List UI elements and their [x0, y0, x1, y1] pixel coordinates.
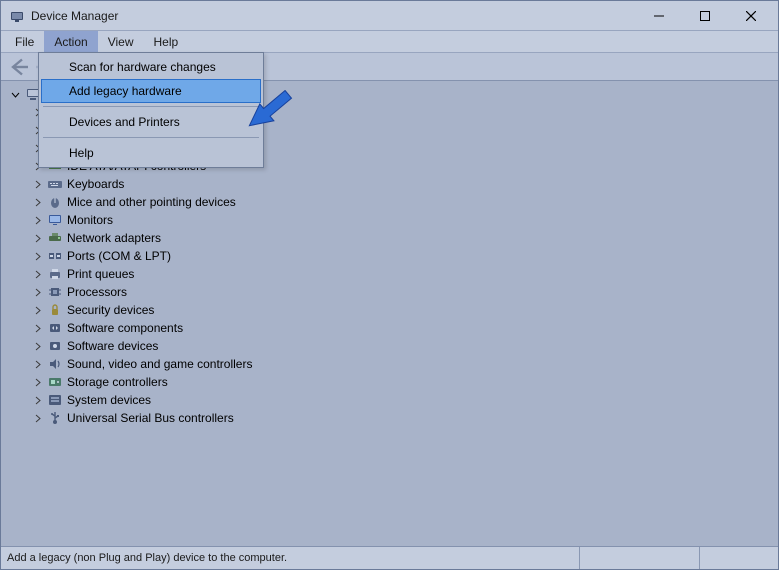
menu-add-legacy-hardware[interactable]: Add legacy hardware [41, 79, 261, 103]
status-cell-3 [700, 547, 778, 569]
expander-closed-icon[interactable] [31, 304, 43, 316]
statusbar: Add a legacy (non Plug and Play) device … [1, 547, 778, 569]
tree-item-label: Keyboards [67, 175, 124, 193]
tree-item-label: Universal Serial Bus controllers [67, 409, 234, 427]
menu-help[interactable]: Help [41, 141, 261, 165]
tree-item-label: Processors [67, 283, 127, 301]
expander-closed-icon[interactable] [31, 340, 43, 352]
expander-open-icon[interactable] [9, 88, 21, 100]
tree-item[interactable]: Sound, video and game controllers [9, 355, 778, 373]
device-category-icon [47, 212, 63, 228]
tree-item[interactable]: Monitors [9, 211, 778, 229]
tree-item-label: Storage controllers [67, 373, 168, 391]
expander-closed-icon[interactable] [31, 376, 43, 388]
menu-help[interactable]: Help [144, 31, 189, 52]
expander-closed-icon[interactable] [31, 268, 43, 280]
expander-closed-icon[interactable] [31, 214, 43, 226]
device-category-icon [47, 176, 63, 192]
window-title: Device Manager [31, 9, 636, 23]
tree-item[interactable]: Print queues [9, 265, 778, 283]
menu-separator [43, 106, 259, 107]
action-menu-dropdown: Scan for hardware changes Add legacy har… [38, 52, 264, 168]
menu-devices-printers[interactable]: Devices and Printers [41, 110, 261, 134]
device-category-icon [47, 338, 63, 354]
device-category-icon [47, 266, 63, 282]
tree-item[interactable]: Ports (COM & LPT) [9, 247, 778, 265]
menu-separator [43, 137, 259, 138]
close-button[interactable] [728, 1, 774, 31]
menu-view[interactable]: View [98, 31, 144, 52]
back-button[interactable] [7, 56, 31, 78]
menu-scan-hardware[interactable]: Scan for hardware changes [41, 55, 261, 79]
tree-item[interactable]: Software components [9, 319, 778, 337]
tree-item-label: System devices [67, 391, 151, 409]
expander-closed-icon[interactable] [31, 286, 43, 298]
device-category-icon [47, 356, 63, 372]
tree-item[interactable]: System devices [9, 391, 778, 409]
tree-item[interactable]: Mice and other pointing devices [9, 193, 778, 211]
expander-closed-icon[interactable] [31, 412, 43, 424]
tree-item[interactable]: Security devices [9, 301, 778, 319]
maximize-button[interactable] [682, 1, 728, 31]
menubar: File Action View Help [1, 31, 778, 53]
expander-closed-icon[interactable] [31, 178, 43, 190]
device-category-icon [47, 194, 63, 210]
tree-item-label: Monitors [67, 211, 113, 229]
expander-closed-icon[interactable] [31, 394, 43, 406]
device-category-icon [47, 230, 63, 246]
expander-closed-icon[interactable] [31, 250, 43, 262]
tree-item-label: Print queues [67, 265, 134, 283]
tree-item[interactable]: Storage controllers [9, 373, 778, 391]
device-category-icon [47, 302, 63, 318]
tree-item-label: Software devices [67, 337, 158, 355]
tree-item-label: Network adapters [67, 229, 161, 247]
tree-item-label: Software components [67, 319, 183, 337]
expander-closed-icon[interactable] [31, 358, 43, 370]
device-category-icon [47, 410, 63, 426]
device-category-icon [47, 248, 63, 264]
tree-item[interactable]: Software devices [9, 337, 778, 355]
menu-action[interactable]: Action [44, 31, 97, 52]
status-cell-2 [580, 547, 700, 569]
tree-item[interactable]: Universal Serial Bus controllers [9, 409, 778, 427]
tree-item-label: Mice and other pointing devices [67, 193, 236, 211]
tree-item-label: Ports (COM & LPT) [67, 247, 171, 265]
device-category-icon [47, 320, 63, 336]
device-category-icon [47, 374, 63, 390]
minimize-button[interactable] [636, 1, 682, 31]
tree-item[interactable]: Network adapters [9, 229, 778, 247]
tree-item-label: Sound, video and game controllers [67, 355, 252, 373]
status-text: Add a legacy (non Plug and Play) device … [1, 547, 580, 569]
tree-item[interactable]: Keyboards [9, 175, 778, 193]
device-category-icon [47, 392, 63, 408]
window-controls [636, 1, 774, 31]
titlebar: Device Manager [1, 1, 778, 31]
expander-closed-icon[interactable] [31, 196, 43, 208]
device-category-icon [47, 284, 63, 300]
tree-item[interactable]: Processors [9, 283, 778, 301]
menu-file[interactable]: File [5, 31, 44, 52]
app-icon [9, 8, 25, 24]
expander-closed-icon[interactable] [31, 322, 43, 334]
tree-item-label: Security devices [67, 301, 154, 319]
expander-closed-icon[interactable] [31, 232, 43, 244]
